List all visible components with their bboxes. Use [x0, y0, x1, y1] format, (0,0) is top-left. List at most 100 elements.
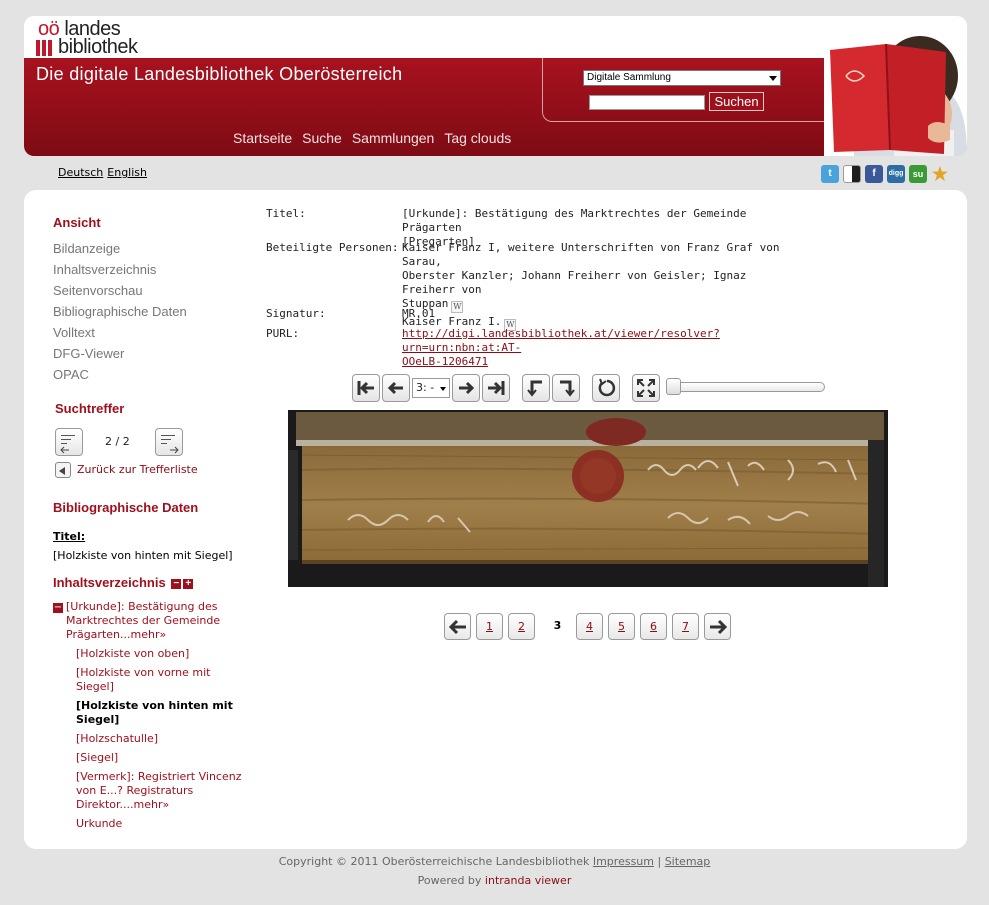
- pagination-previous[interactable]: [444, 613, 471, 640]
- digg-icon[interactable]: digg: [887, 165, 905, 183]
- footer-copyright: Copyright © 2011 Oberösterreichische Lan…: [278, 855, 711, 868]
- view-link-volltext[interactable]: Volltext: [53, 325, 95, 340]
- first-page-icon: [357, 381, 374, 395]
- page-select[interactable]: 3: -: [412, 378, 450, 398]
- logo-prefix: oö: [38, 18, 60, 40]
- page-link-1[interactable]: 1: [476, 613, 503, 640]
- purl-link[interactable]: http://digi.landesbibliothek.at/viewer/r…: [402, 327, 802, 369]
- search-panel: Digitale Sammlung Suchen: [542, 58, 843, 122]
- favorite-star-icon[interactable]: ★: [931, 165, 949, 183]
- back-arrow-icon[interactable]: [55, 462, 71, 478]
- title-value: [Holzkiste von hinten mit Siegel]: [53, 549, 233, 562]
- back-to-results-link[interactable]: Zurück zur Trefferliste: [77, 463, 198, 476]
- hits-heading: Suchtreffer: [55, 401, 125, 416]
- fullscreen-icon: [637, 379, 655, 397]
- page-link-2[interactable]: 2: [508, 613, 535, 640]
- footer-powered: Powered by intranda viewer: [417, 874, 572, 887]
- collection-select[interactable]: Digitale Sammlung: [583, 70, 781, 86]
- biblio-heading: Bibliographische Daten: [53, 500, 199, 515]
- rotate-left-icon: [527, 380, 542, 397]
- toc-root: −: [53, 601, 66, 615]
- meta-title-label: Titel:: [266, 207, 306, 220]
- nav-startseite[interactable]: Startseite: [233, 130, 292, 146]
- impressum-link[interactable]: Impressum: [593, 855, 654, 868]
- rotate-left-button[interactable]: [522, 374, 550, 402]
- document-scan-image[interactable]: [288, 410, 888, 587]
- intranda-viewer-link[interactable]: intranda viewer: [485, 874, 571, 887]
- toc-heading: Inhaltsverzeichnis − +: [53, 575, 194, 590]
- language-switcher: Deutsch English: [58, 166, 151, 179]
- reset-rotation-button[interactable]: [592, 374, 620, 402]
- facebook-icon[interactable]: f: [865, 165, 883, 183]
- toc-item[interactable]: [Holzschatulle]: [76, 732, 158, 746]
- search-input[interactable]: [589, 95, 705, 110]
- view-link-seitenvorschau[interactable]: Seitenvorschau: [53, 283, 143, 298]
- toc-root-link[interactable]: [Urkunde]: Bestätigung des Marktrechtes …: [66, 600, 220, 642]
- view-link-bildanzeige[interactable]: Bildanzeige: [53, 241, 120, 256]
- logo-bars-icon: [36, 40, 54, 56]
- zoom-slider-track[interactable]: [668, 382, 825, 392]
- last-page-icon: [488, 381, 505, 395]
- rotate-right-button[interactable]: [552, 374, 580, 402]
- toc-item[interactable]: Urkunde: [76, 817, 122, 831]
- page-current-3: 3: [553, 619, 562, 632]
- page-link-4[interactable]: 4: [576, 613, 603, 640]
- arrow-right-icon: [710, 619, 728, 635]
- zoom-slider-handle[interactable]: [666, 378, 681, 395]
- pagination-next[interactable]: [704, 613, 731, 640]
- next-page-button[interactable]: [452, 374, 480, 402]
- view-link-inhaltsverzeichnis[interactable]: Inhaltsverzeichnis: [53, 262, 156, 277]
- view-link-dfg-viewer[interactable]: DFG-Viewer: [53, 346, 124, 361]
- site-header: oö landes bibliothek Die digitale Landes…: [24, 16, 967, 156]
- toc-item-current[interactable]: [Holzkiste von hinten mit Siegel]: [76, 699, 233, 727]
- toc-item[interactable]: [Siegel]: [76, 751, 118, 765]
- previous-page-button[interactable]: [382, 374, 410, 402]
- first-page-button[interactable]: [352, 374, 380, 402]
- page-link-7[interactable]: 7: [672, 613, 699, 640]
- arrow-left-icon: [448, 619, 466, 635]
- next-hit-button[interactable]: [155, 428, 183, 456]
- nav-sammlungen[interactable]: Sammlungen: [352, 130, 435, 146]
- arrow-right-icon: [170, 446, 179, 454]
- expand-all-icon[interactable]: +: [183, 579, 194, 589]
- toc-item[interactable]: [Holzkiste von vorne mit Siegel]: [76, 666, 210, 694]
- fullscreen-button[interactable]: [632, 374, 660, 402]
- twitter-icon[interactable]: t: [821, 165, 839, 183]
- stumbleupon-icon[interactable]: su: [909, 165, 927, 183]
- chevron-down-icon: [440, 387, 446, 391]
- site-title: Die digitale Landesbibliothek Oberösterr…: [36, 64, 403, 84]
- page-link-6[interactable]: 6: [640, 613, 667, 640]
- reading-person-illustration: [824, 30, 967, 156]
- page-link-5[interactable]: 5: [608, 613, 635, 640]
- arrow-left-icon: [387, 381, 403, 395]
- view-link-bibliographische-daten[interactable]: Bibliographische Daten: [53, 304, 187, 319]
- last-page-button[interactable]: [482, 374, 510, 402]
- meta-persons-label: Beteiligte Personen:: [266, 241, 399, 254]
- lang-english[interactable]: English: [107, 166, 147, 179]
- hit-count: 2 / 2: [105, 435, 130, 448]
- reset-icon: [598, 378, 616, 397]
- delicious-icon[interactable]: [843, 165, 861, 183]
- view-link-opac[interactable]: OPAC: [53, 367, 89, 382]
- toc-item[interactable]: [Vermerk]: Registriert Vincenz von E...? …: [76, 770, 241, 812]
- view-heading: Ansicht: [53, 215, 101, 230]
- arrow-right-icon: [459, 381, 475, 395]
- search-button[interactable]: Suchen: [709, 92, 764, 111]
- title-label: Titel:: [53, 530, 86, 543]
- toc-item[interactable]: [Holzkiste von oben]: [76, 647, 189, 661]
- nav-suche[interactable]: Suche: [302, 130, 342, 146]
- main-navigation: Startseite Suche Sammlungen Tag clouds: [233, 130, 511, 146]
- meta-purl-label: PURL:: [266, 327, 300, 340]
- lang-deutsch[interactable]: Deutsch: [58, 166, 103, 179]
- arrow-left-icon: [60, 446, 69, 454]
- library-logo[interactable]: oö landes bibliothek: [36, 18, 186, 58]
- meta-signature-value: MR.01: [402, 307, 436, 320]
- sitemap-link[interactable]: Sitemap: [665, 855, 711, 868]
- collapse-icon[interactable]: −: [53, 603, 63, 613]
- nav-tag-clouds[interactable]: Tag clouds: [444, 130, 511, 146]
- chevron-down-icon: [769, 76, 777, 81]
- meta-signature-label: Signatur:: [266, 307, 326, 320]
- previous-hit-button[interactable]: [55, 428, 83, 456]
- collapse-all-icon[interactable]: −: [171, 579, 182, 589]
- social-bookmarks: t f digg su ★: [821, 165, 949, 183]
